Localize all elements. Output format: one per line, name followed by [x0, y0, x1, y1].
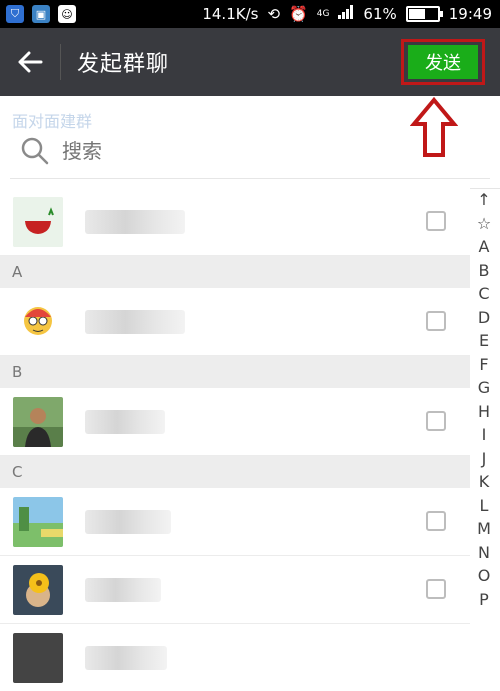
index-letter[interactable]: H: [478, 400, 490, 424]
index-letter[interactable]: N: [478, 541, 490, 565]
index-letter[interactable]: K: [479, 470, 490, 494]
contact-name-blurred: [85, 509, 171, 534]
section-header: B: [0, 356, 470, 388]
battery-icon: [405, 6, 443, 22]
contact-avatar: [13, 564, 63, 615]
contact-avatar: [13, 296, 63, 347]
index-letter[interactable]: ☆: [477, 212, 491, 236]
contact-row[interactable]: [0, 624, 470, 691]
back-button[interactable]: [0, 28, 60, 96]
nfc-icon: ⟲: [267, 5, 281, 23]
page-title: 发起群聊: [77, 52, 170, 77]
search-bar[interactable]: [20, 136, 384, 166]
status-bar: ⛉ ▣ ☺ 14.1K/s ⟲ ⏰ 4G 61% 19:49: [0, 0, 500, 28]
calendar-app-icon: ▣: [32, 5, 50, 23]
contact-name-blurred: [85, 645, 167, 670]
index-letter[interactable]: I: [482, 423, 487, 447]
qq-app-icon: ☺: [58, 5, 76, 23]
contact-name-blurred: [85, 309, 185, 334]
contact-list: A B C: [0, 188, 470, 691]
contact-checkbox[interactable]: [426, 411, 446, 431]
index-letter[interactable]: B: [479, 259, 490, 283]
contact-row[interactable]: [0, 188, 470, 256]
section-header: C: [0, 456, 470, 488]
contact-avatar: [13, 196, 63, 247]
index-letter[interactable]: E: [479, 329, 489, 353]
contact-avatar: [13, 396, 63, 447]
contact-name-blurred: [85, 209, 185, 234]
contact-row[interactable]: [0, 288, 470, 356]
index-letter[interactable]: O: [478, 564, 491, 588]
clock: 19:49: [448, 5, 492, 23]
signal-icon: [338, 5, 354, 23]
alarm-icon: ⏰: [289, 5, 308, 23]
contact-avatar: [13, 496, 63, 547]
section-header: A: [0, 256, 470, 288]
search-underline: [10, 178, 490, 179]
annotation-arrow-icon: [410, 97, 458, 157]
contact-checkbox[interactable]: [426, 511, 446, 531]
index-letter[interactable]: J: [482, 447, 487, 471]
back-arrow-icon: [18, 51, 43, 73]
search-icon: [21, 137, 49, 165]
send-button[interactable]: 发送: [408, 45, 478, 79]
contact-row[interactable]: [0, 388, 470, 456]
toolbar-divider: [60, 44, 61, 80]
index-letter[interactable]: F: [479, 353, 488, 377]
index-letter[interactable]: A: [479, 235, 490, 259]
index-letter[interactable]: D: [478, 306, 490, 330]
network-speed: 14.1K/s: [202, 5, 259, 23]
index-letter[interactable]: ↑: [477, 188, 490, 212]
face-to-face-group-text: 面对面建群: [12, 112, 93, 131]
contact-row[interactable]: [0, 488, 470, 556]
network-type-label: 4G: [316, 9, 330, 19]
search-input[interactable]: [60, 138, 384, 164]
shield-app-icon: ⛉: [6, 5, 24, 23]
index-letter[interactable]: G: [478, 376, 490, 400]
contact-checkbox[interactable]: [426, 211, 446, 231]
index-letter[interactable]: P: [479, 588, 489, 612]
contact-name-blurred: [85, 409, 165, 434]
contact-checkbox[interactable]: [426, 579, 446, 599]
send-highlight-box: 发送: [401, 39, 485, 85]
index-letter[interactable]: C: [478, 282, 489, 306]
contact-name-blurred: [85, 577, 161, 602]
contact-avatar: [13, 632, 63, 683]
app-toolbar: 发起群聊 发送: [0, 28, 500, 96]
battery-percent: 61%: [363, 5, 397, 23]
alphabet-index[interactable]: ↑ ☆ A B C D E F G H I J K L M N O P: [470, 188, 498, 611]
index-letter[interactable]: L: [480, 494, 489, 518]
contact-checkbox[interactable]: [426, 311, 446, 331]
contact-row[interactable]: [0, 556, 470, 624]
battery-fill: [408, 9, 425, 19]
index-letter[interactable]: M: [477, 517, 491, 541]
